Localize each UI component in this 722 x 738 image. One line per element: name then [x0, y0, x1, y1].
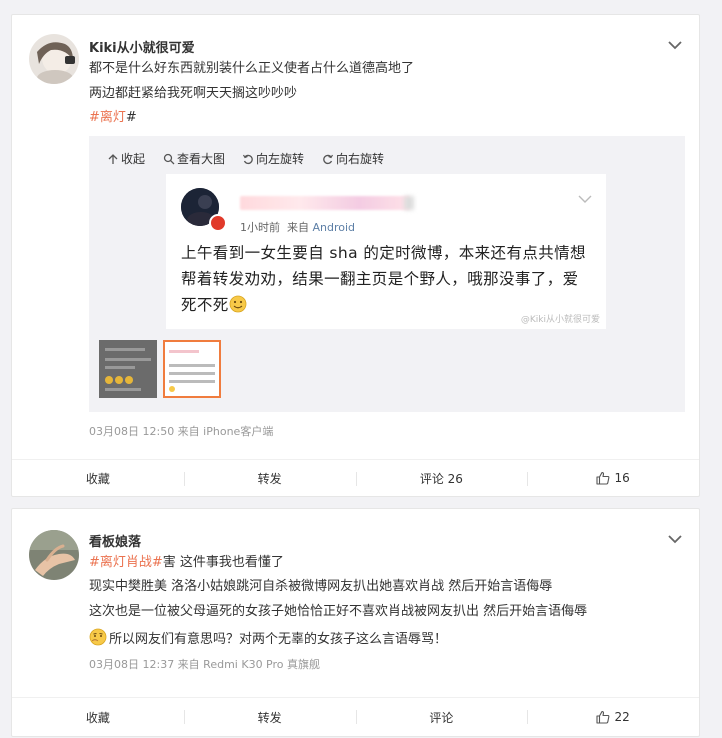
hashtag-link[interactable]: #离灯 [89, 110, 126, 125]
hashtag-link[interactable]: #离灯肖战# [89, 555, 163, 570]
post-text-line: 所以网友们有意思吗？对两个无辜的女孩子这么言语辱骂！ [89, 628, 447, 649]
image-post-body: 上午看到一女生要自 sha 的定时微博，本来还有点共情想帮着转发劝劝，结果一翻主… [181, 244, 586, 314]
weibo-post-card: Kiki从小就很可爱 都不是什么好东西就别装什么正义使者占什么道德高地了 两边都… [11, 14, 700, 497]
image-post-time: 1小时前 来自 Android [240, 221, 356, 234]
chevron-down-icon[interactable] [667, 39, 683, 51]
rotate-left-icon [242, 154, 253, 164]
large-image[interactable]: 1小时前 来自 Android 上午看到一女生要自 sha 的定时微博，本来还有… [166, 174, 606, 329]
post-meta: 03月08日 12:50 来自 iPhone客户端 [89, 425, 274, 438]
post-text-line: 这次也是一位被父母逼死的女孩子她恰恰正好不喜欢肖战被网友扒出 然后开始言语侮辱 [89, 604, 588, 619]
post-text-line: 都不是什么好东西就别装什么正义使者占什么道德高地了 [89, 61, 415, 76]
comment-button[interactable]: 评论 [355, 698, 528, 736]
like-button[interactable]: 22 [527, 698, 699, 736]
post-text-line: 两边都赶紧给我死啊天天搁这吵吵吵 [89, 86, 298, 101]
post-text-line: #离灯肖战#害 这件事我也看懂了 [89, 555, 284, 570]
favorite-button[interactable]: 收藏 [12, 460, 184, 496]
rotate-right-icon [323, 154, 334, 164]
image-watermark: @Kiki从小就很可爱 [520, 315, 600, 325]
arrow-up-icon [108, 153, 118, 164]
media-viewer: 收起 查看大图 向左旋转 向右旋转 1小时前 来自 Android 上午看到一女… [89, 136, 685, 412]
username[interactable]: 看板娘落 [89, 531, 141, 550]
username[interactable]: Kiki从小就很可爱 [89, 37, 195, 56]
rotate-left-button[interactable]: 向左旋转 [242, 150, 304, 167]
user-avatar[interactable] [29, 530, 79, 580]
comment-button[interactable]: 评论 26 [355, 460, 528, 496]
thumbs-up-icon [596, 710, 610, 724]
chevron-down-icon[interactable] [667, 533, 683, 545]
repost-button[interactable]: 转发 [183, 460, 356, 496]
post-text-line: 现实中樊胜美 洛洛小姑娘跳河自杀被微博网友扒出她喜欢肖战 然后开始言语侮辱 [89, 579, 553, 594]
thinking-emoji-icon [89, 628, 107, 646]
smile-emoji-icon [229, 295, 247, 313]
chevron-down-icon [578, 195, 592, 203]
image-thumbnail[interactable] [99, 340, 157, 398]
action-bar: 收藏 转发 评论 22 [12, 697, 699, 736]
post-meta: 03月08日 12:37 来自 Redmi K30 Pro 真旗舰 [89, 658, 321, 671]
verified-badge-icon [209, 214, 227, 232]
weibo-post-card: 看板娘落 #离灯肖战#害 这件事我也看懂了 现实中樊胜美 洛洛小姑娘跳河自杀被微… [11, 508, 700, 737]
collapse-button[interactable]: 收起 [107, 150, 145, 167]
blurred-username-tail [404, 196, 414, 210]
blurred-username [240, 196, 410, 210]
like-button[interactable]: 16 [527, 460, 699, 496]
favorite-button[interactable]: 收藏 [12, 698, 184, 736]
image-thumbnail-selected[interactable] [163, 340, 221, 398]
hashtag-line: #离灯# [89, 110, 137, 125]
user-avatar[interactable] [29, 34, 79, 84]
search-icon [163, 153, 175, 164]
action-bar: 收藏 转发 评论 26 16 [12, 459, 699, 496]
view-large-button[interactable]: 查看大图 [163, 150, 225, 167]
repost-button[interactable]: 转发 [183, 698, 356, 736]
rotate-right-button[interactable]: 向右旋转 [322, 150, 384, 167]
thumbs-up-icon [596, 471, 610, 485]
